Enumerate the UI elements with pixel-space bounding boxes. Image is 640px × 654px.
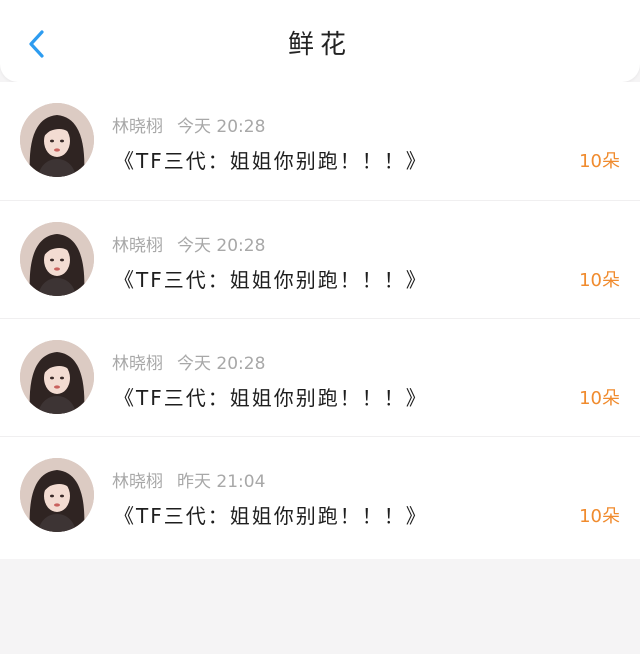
send-time: 今天 20:28 bbox=[177, 354, 266, 374]
list-item[interactable]: 林晓栩 今天 20:28 《TF三代：姐姐你别跑！！！》 10朵 bbox=[0, 82, 640, 201]
avatar[interactable] bbox=[20, 222, 94, 296]
header-bar: 鲜花 bbox=[0, 0, 640, 82]
book-title: 《TF三代：姐姐你别跑！！！》 bbox=[114, 149, 428, 173]
flower-count: 10朵 bbox=[579, 388, 620, 409]
flower-count: 10朵 bbox=[579, 506, 620, 527]
sender-name: 林晓栩 bbox=[112, 236, 163, 256]
avatar[interactable] bbox=[20, 458, 94, 532]
list-item[interactable]: 林晓栩 昨天 21:04 《TF三代：姐姐你别跑！！！》 10朵 bbox=[0, 437, 640, 559]
book-title: 《TF三代：姐姐你别跑！！！》 bbox=[114, 268, 428, 292]
list-item[interactable]: 林晓栩 今天 20:28 《TF三代：姐姐你别跑！！！》 10朵 bbox=[0, 201, 640, 319]
item-meta: 林晓栩 今天 20:28 bbox=[112, 231, 265, 256]
sender-name: 林晓栩 bbox=[112, 117, 163, 137]
send-time: 昨天 21:04 bbox=[177, 472, 266, 492]
send-time: 今天 20:28 bbox=[177, 236, 266, 256]
sender-name: 林晓栩 bbox=[112, 354, 163, 374]
flower-count: 10朵 bbox=[579, 270, 620, 291]
list-item[interactable]: 林晓栩 今天 20:28 《TF三代：姐姐你别跑！！！》 10朵 bbox=[0, 319, 640, 437]
sender-name: 林晓栩 bbox=[112, 472, 163, 492]
flower-count: 10朵 bbox=[579, 151, 620, 172]
item-meta: 林晓栩 昨天 21:04 bbox=[112, 467, 265, 492]
item-meta: 林晓栩 今天 20:28 bbox=[112, 349, 265, 374]
book-title: 《TF三代：姐姐你别跑！！！》 bbox=[114, 386, 428, 410]
avatar[interactable] bbox=[20, 340, 94, 414]
book-title: 《TF三代：姐姐你别跑！！！》 bbox=[114, 504, 428, 528]
send-time: 今天 20:28 bbox=[177, 117, 266, 137]
avatar[interactable] bbox=[20, 103, 94, 177]
page-title: 鲜花 bbox=[287, 30, 352, 60]
item-meta: 林晓栩 今天 20:28 bbox=[112, 112, 265, 137]
flower-list: 林晓栩 今天 20:28 《TF三代：姐姐你别跑！！！》 10朵 林晓栩 今天 20… bbox=[0, 82, 640, 559]
